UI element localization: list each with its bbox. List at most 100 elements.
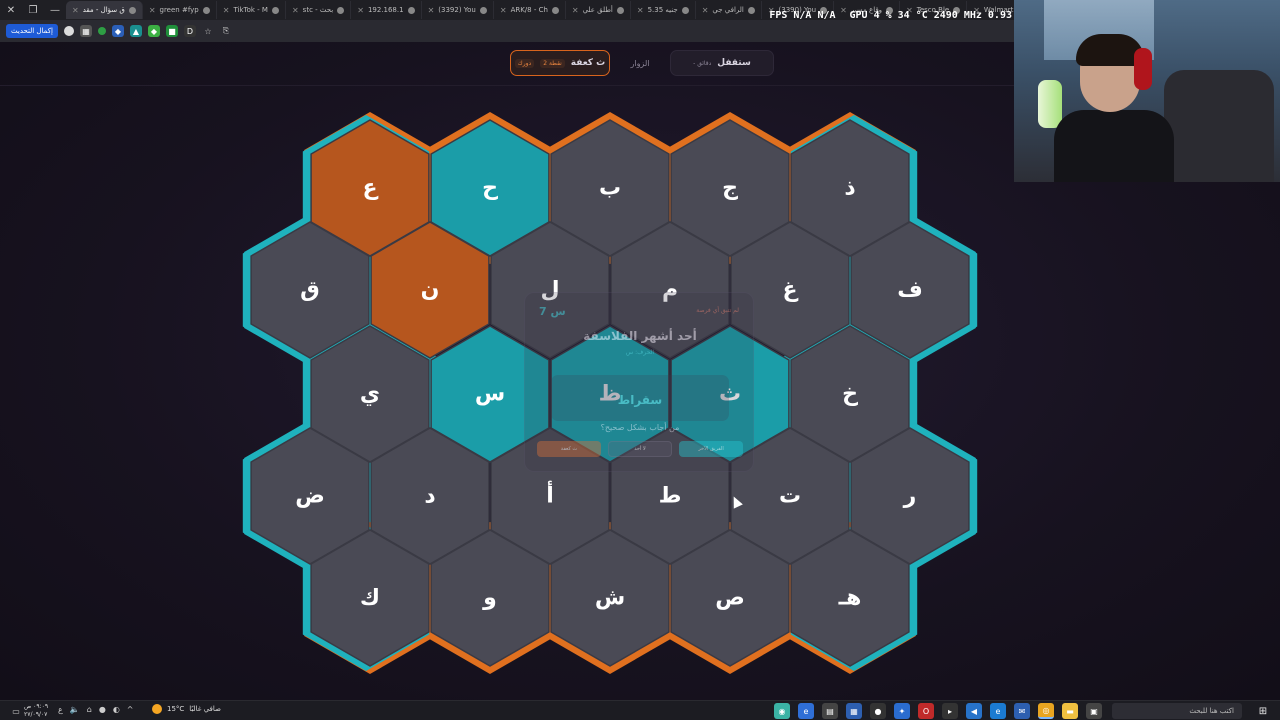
tray-app-icon[interactable]: ◐	[113, 705, 120, 714]
browser-tab[interactable]: ✕ green #fyp	[143, 1, 217, 19]
speaker-icon[interactable]: 🔈	[70, 705, 80, 714]
tab-favicon-icon	[128, 6, 136, 14]
hex-letter: ف	[897, 278, 923, 303]
hex-letter: خ	[842, 382, 858, 407]
tab-favicon-icon	[337, 6, 345, 14]
tab-close-icon[interactable]: ✕	[637, 6, 644, 15]
extension-green2-icon[interactable]: ■	[165, 25, 178, 37]
tab-favicon-icon	[747, 6, 755, 14]
browser-tab[interactable]: ✕ الرافي جي	[696, 1, 762, 19]
browser-tab[interactable]: ✕ ق سؤال - مقد	[66, 1, 143, 19]
clock-time: ٠٩:٠٩ ص	[24, 703, 49, 710]
opera-app-icon[interactable]: O	[918, 703, 934, 719]
extension-teal-icon[interactable]: ▲	[129, 25, 142, 37]
tab-close-icon[interactable]: ✕	[72, 6, 79, 15]
tray-chevron-icon[interactable]: ^	[127, 705, 134, 714]
extension-shield-icon[interactable]: ◆	[147, 25, 160, 37]
hex-letter: ج	[722, 176, 738, 201]
hex-letter: ش	[595, 586, 625, 611]
timer-value: 7	[539, 305, 547, 318]
language-indicator[interactable]: ع	[58, 705, 63, 714]
weather-temperature: 15°C	[167, 705, 185, 713]
tab-close-icon[interactable]: ✕	[149, 6, 156, 15]
hex-letter: د	[424, 484, 435, 509]
hex-letter: ض	[295, 484, 325, 509]
tab-favicon-icon	[271, 6, 279, 14]
notifications-icon[interactable]: ▭	[8, 703, 24, 719]
webcam-headset	[1134, 48, 1152, 90]
camera-app-icon[interactable]: ◉	[774, 703, 790, 719]
nobody-button[interactable]: لا أحد	[608, 441, 672, 457]
hex-letter: غ	[782, 278, 798, 303]
answer-box: سقراط	[551, 375, 729, 421]
mail-app-icon[interactable]: ✉	[1014, 703, 1030, 719]
profile-icon[interactable]	[63, 26, 74, 36]
tab-close-icon[interactable]: ✕	[572, 6, 579, 15]
tab-label: green #fyp	[159, 6, 199, 14]
calc-app-icon[interactable]: ▤	[822, 703, 838, 719]
clock-date: ٢٧/٠٩/٠٧	[24, 711, 48, 718]
restore-window-icon[interactable]: ❐	[22, 0, 44, 20]
tab-favicon-icon	[479, 6, 487, 14]
downloads-icon[interactable]: ⎘	[220, 25, 232, 37]
tab-close-icon[interactable]: ✕	[292, 6, 299, 15]
mic-icon[interactable]: ●	[99, 705, 106, 714]
minimize-window-icon[interactable]: —	[44, 0, 66, 20]
tab-close-icon[interactable]: ✕	[357, 6, 364, 15]
hex-letter: ب	[599, 176, 621, 201]
extension-d-icon[interactable]: D	[183, 25, 196, 37]
system-tray: ع 🔈 ⌂ ● ◐ ^	[58, 705, 134, 714]
browser-tab[interactable]: ✕ stc - بحث	[286, 1, 352, 19]
extension-green-icon[interactable]	[97, 27, 106, 35]
tab-label: TikTok - M	[233, 6, 268, 14]
folder-app-icon[interactable]: ▬	[1062, 703, 1078, 719]
webcam-chair	[1164, 70, 1274, 182]
hex-letter: هـ	[838, 586, 862, 611]
weather-widget[interactable]: 15°C صافي غالبًا	[152, 704, 221, 714]
browser-tab[interactable]: ✕ TikTok - M	[217, 1, 286, 19]
tab-close-icon[interactable]: ✕	[223, 6, 230, 15]
hex-letter: أ	[546, 480, 554, 509]
terminal-app-icon[interactable]: ▸	[942, 703, 958, 719]
hex-letter: ذ	[844, 176, 855, 201]
update-browser-button[interactable]: إكمال التحديث	[6, 24, 58, 38]
browser-tab[interactable]: ✕ أطلق علي	[566, 1, 631, 19]
store-app-icon[interactable]: ▦	[846, 703, 862, 719]
vscode-app-icon[interactable]: ◀	[966, 703, 982, 719]
bookmark-star-icon[interactable]: ☆	[202, 25, 214, 37]
browser-tab[interactable]: ✕ 192.168.1	[351, 1, 422, 19]
edge-app-icon[interactable]: e	[798, 703, 814, 719]
edge2-app-icon[interactable]: e	[990, 703, 1006, 719]
tab-label: ق سؤال - مقد	[82, 6, 125, 14]
network-icon[interactable]: ⌂	[87, 705, 92, 714]
tab-favicon-icon	[202, 6, 210, 14]
letter-hint: الحرف: س	[625, 349, 655, 356]
hex-letter: ح	[482, 176, 498, 201]
tab-label: stc - بحث	[302, 6, 334, 14]
browser-tab[interactable]: ✕ ARK/8 - Ch	[494, 1, 566, 19]
extension-blue-icon[interactable]: ◆	[111, 25, 124, 37]
tab-close-icon[interactable]: ✕	[428, 6, 435, 15]
tab-label: أطلق علي	[582, 6, 613, 14]
tab-label: 5.35 جنيه	[647, 6, 678, 14]
browser-tab[interactable]: ✕ 5.35 جنيه	[631, 1, 696, 19]
browser-tab[interactable]: ✕ (3392) You	[422, 1, 494, 19]
taskbar-apps: ◉ e ▤ ▦ ● ✦ O ▸ ◀ e ✉ ◎ ▬ ▣	[774, 703, 1102, 719]
team-orange-button[interactable]: ث كعفة	[537, 441, 601, 457]
taskview-app-icon[interactable]: ▣	[1086, 703, 1102, 719]
who-answered-text: من أجاب بشكل صحيح؟	[600, 423, 680, 432]
hex-letter: ط	[659, 484, 682, 509]
settings-app-icon[interactable]: ✦	[894, 703, 910, 719]
github-app-icon[interactable]: ●	[870, 703, 886, 719]
tab-close-icon[interactable]: ✕	[702, 6, 709, 15]
start-menu-icon[interactable]: ⊞	[1254, 703, 1272, 719]
close-window-icon[interactable]: ✕	[0, 0, 22, 20]
hex-letter: ن	[421, 278, 440, 303]
tab-close-icon[interactable]: ✕	[500, 6, 507, 15]
taskbar-search[interactable]: اكتب هنا للبحث	[1112, 703, 1242, 719]
question-modal: 7 س لم تتبق أي فرصة أحد أشهر الفلاسفة ال…	[524, 292, 754, 472]
extensions-icon[interactable]: ▦	[79, 25, 92, 37]
team-teal-button[interactable]: الفريق الآخر	[679, 441, 743, 457]
taskbar-clock[interactable]: ٠٩:٠٩ ص ٢٧/٠٩/٠٧	[24, 703, 48, 719]
chrome-app-icon[interactable]: ◎	[1038, 703, 1054, 719]
